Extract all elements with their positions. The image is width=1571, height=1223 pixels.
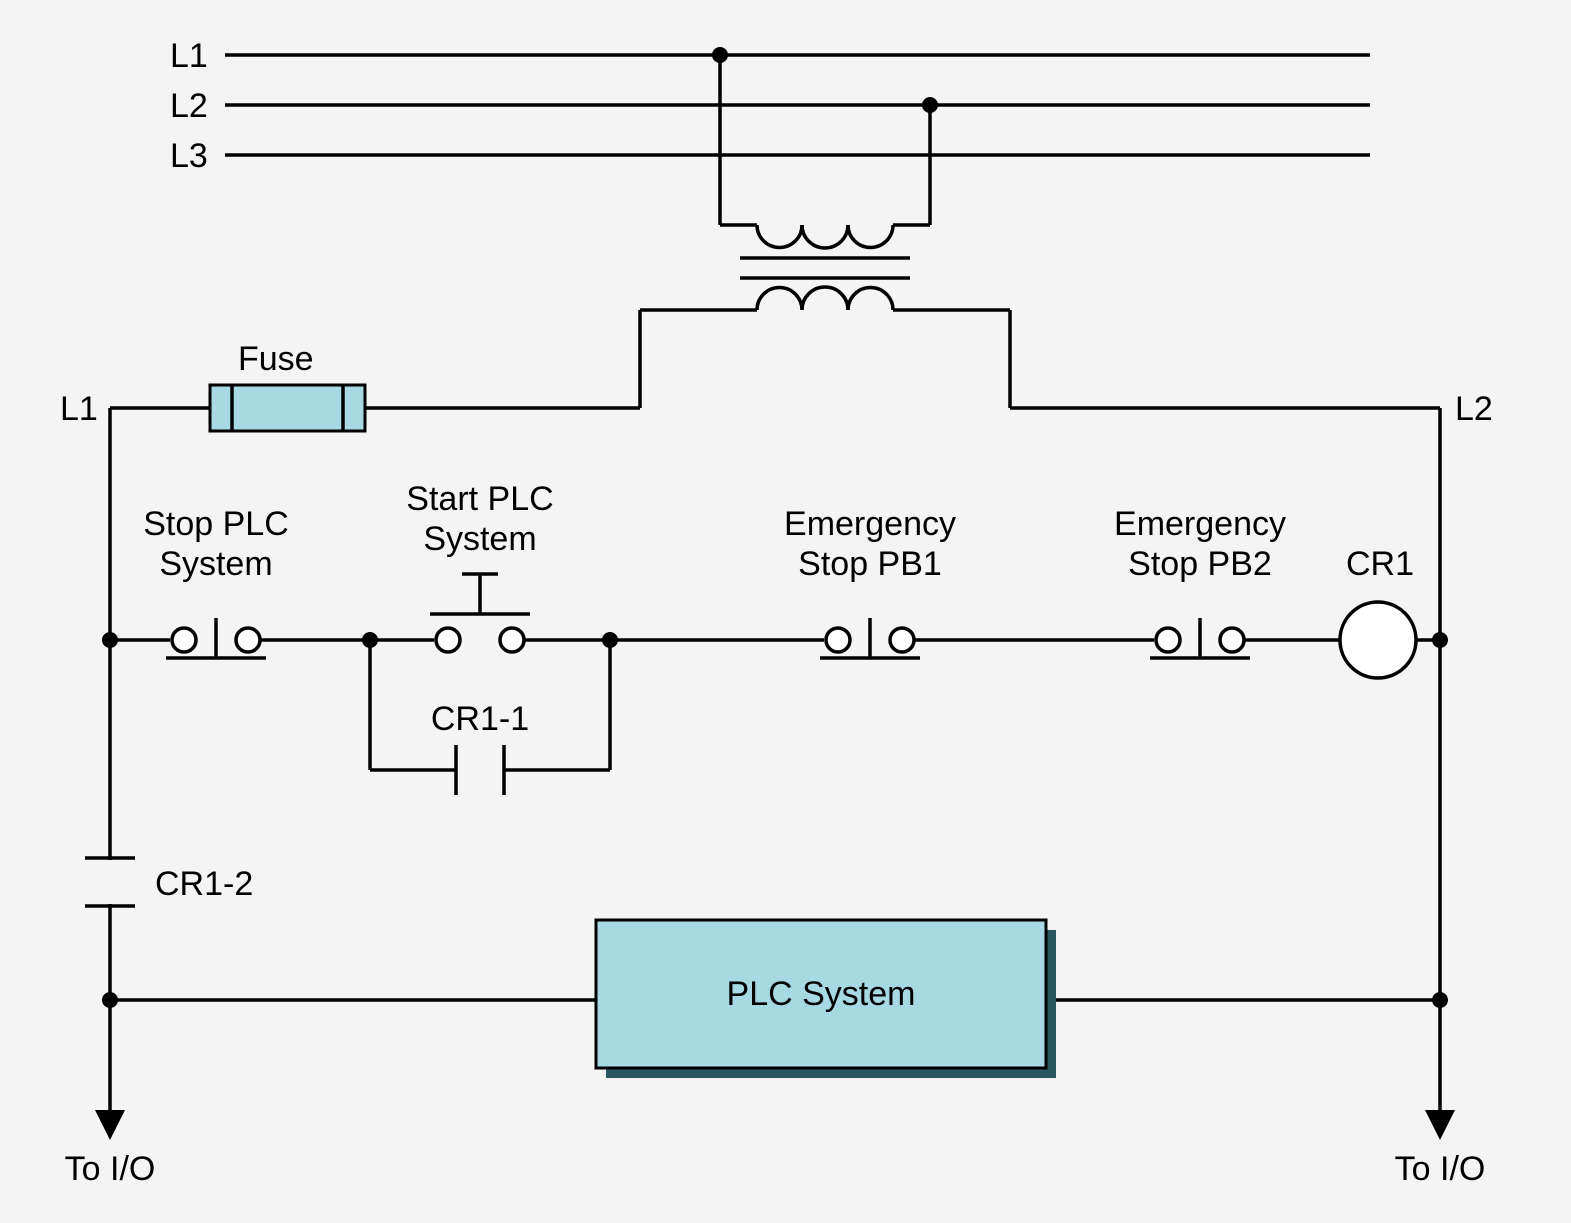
to-io-left-label: To I/O bbox=[65, 1150, 156, 1188]
fuse-icon bbox=[210, 385, 365, 431]
to-io-right-arrow-icon bbox=[1425, 1110, 1455, 1140]
to-io-right-label: To I/O bbox=[1395, 1150, 1486, 1188]
cr1-coil-icon bbox=[1340, 602, 1416, 678]
estop2-nc-pushbutton-icon bbox=[1150, 618, 1250, 658]
plc-system-label: PLC System bbox=[727, 975, 916, 1013]
estop2-label-2: Stop PB2 bbox=[1128, 545, 1272, 583]
to-io-left-arrow-icon bbox=[95, 1110, 125, 1140]
phase-label-l3: L3 bbox=[170, 137, 208, 175]
estop1-label-1: Emergency bbox=[784, 505, 956, 543]
estop1-nc-pushbutton-icon bbox=[820, 618, 920, 658]
stop-plc-label-1: Stop PLC bbox=[143, 505, 289, 543]
start-plc-no-pushbutton-icon bbox=[430, 574, 530, 652]
stop-plc-nc-pushbutton-icon bbox=[166, 618, 266, 658]
fuse-label: Fuse bbox=[238, 340, 314, 378]
stop-plc-label-2: System bbox=[159, 545, 272, 583]
estop1-label-2: Stop PB1 bbox=[798, 545, 942, 583]
estop2-label-1: Emergency bbox=[1114, 505, 1286, 543]
cr1-1-no-contact-icon bbox=[456, 745, 504, 795]
cr1-label: CR1 bbox=[1346, 545, 1414, 583]
cr1-2-label: CR1-2 bbox=[155, 865, 253, 903]
phase-label-l2: L2 bbox=[170, 87, 208, 125]
start-plc-label-1: Start PLC bbox=[406, 480, 553, 518]
cr1-2-no-contact-icon bbox=[85, 858, 135, 906]
phase-label-l1: L1 bbox=[170, 37, 208, 75]
rail-right-label: L2 bbox=[1455, 390, 1493, 428]
transformer-primary-icon bbox=[757, 225, 893, 248]
start-plc-label-2: System bbox=[423, 520, 536, 558]
rail-left-label: L1 bbox=[60, 390, 98, 428]
transformer-secondary-icon bbox=[757, 287, 893, 310]
cr1-1-label: CR1-1 bbox=[431, 700, 529, 738]
